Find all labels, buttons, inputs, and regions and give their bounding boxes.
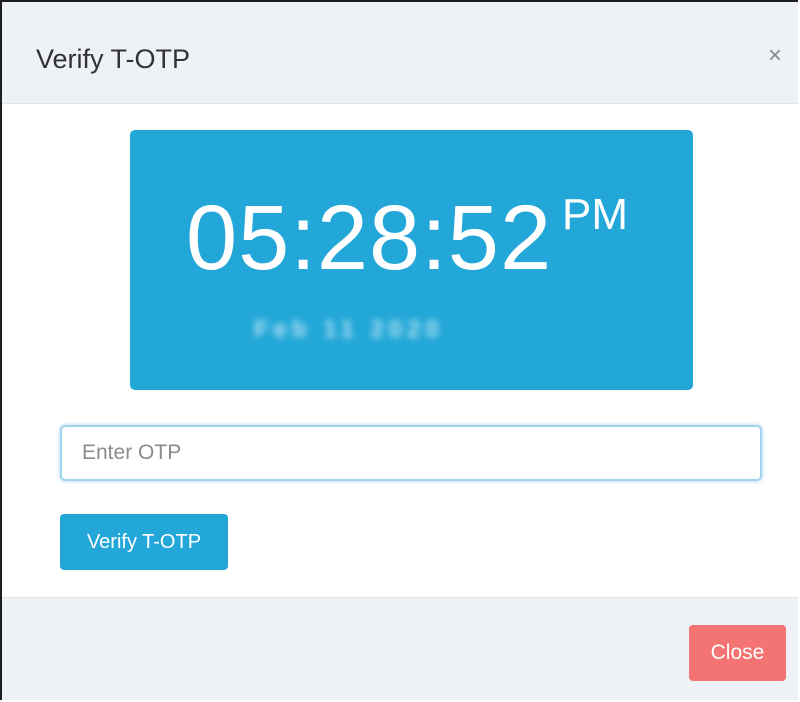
verify-totp-modal: Verify T-OTP × 05:28:52 PM Feb 11 2020 V… <box>0 0 798 700</box>
modal-header: Verify T-OTP × <box>2 2 798 104</box>
otp-input[interactable] <box>60 425 762 481</box>
clock-time: 05:28:52 <box>186 187 553 289</box>
close-icon[interactable]: × <box>763 44 787 68</box>
modal-footer: Close <box>2 597 798 700</box>
clock-panel: 05:28:52 PM Feb 11 2020 <box>130 130 693 390</box>
modal-title: Verify T-OTP <box>36 44 191 74</box>
verify-totp-button[interactable]: Verify T-OTP <box>60 514 228 570</box>
clock-ampm: PM <box>562 190 628 239</box>
clock-date: Feb 11 2020 <box>254 316 444 343</box>
close-button[interactable]: Close <box>689 625 786 681</box>
